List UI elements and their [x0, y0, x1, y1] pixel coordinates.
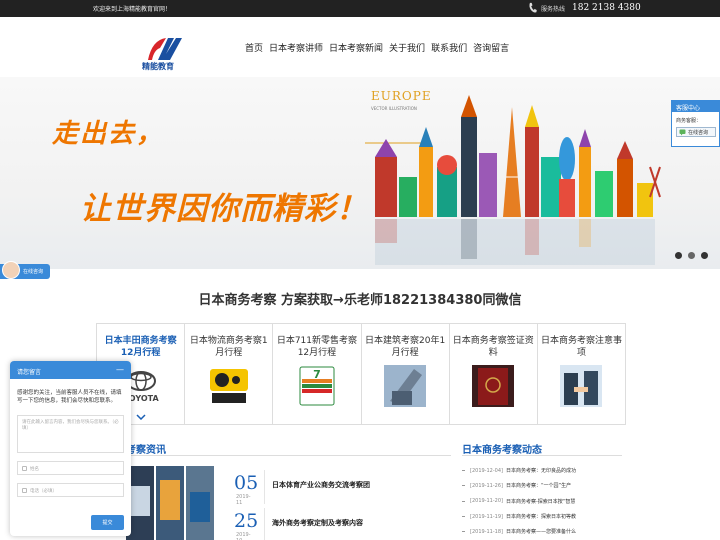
- nav-message[interactable]: 咨询留言: [473, 41, 509, 54]
- dynamics-list: [2019-12-04] 日本商务考察：无印良品的成功 [2019-11-26] 日…: [462, 463, 576, 539]
- phone-field-icon: [22, 488, 27, 493]
- online-consult-label: 在线咨询: [23, 269, 44, 275]
- card-notes[interactable]: 日本商务考察注意事项: [538, 324, 625, 424]
- card-logistics[interactable]: 日本物流商务考察1月行程: [185, 324, 274, 424]
- news-day: 25: [234, 510, 259, 532]
- message-popup: 请您留言 — 感谢您的关注，当前客服人员不在线，请填写一下您的信息，我们会尽快和…: [10, 361, 131, 536]
- submit-button[interactable]: 提交: [91, 515, 124, 530]
- news-month: 2019-11: [236, 494, 251, 506]
- main-nav: 首页 日本考察讲师 日本考察新闻 关于我们 联系我们 咨询留言: [245, 41, 509, 54]
- list-item[interactable]: [2019-11-26] 日本商务考察：“一个园”生产: [462, 478, 576, 493]
- news-title[interactable]: 海外商务考察定制及考察内容: [272, 518, 363, 528]
- news-day: 05: [234, 472, 259, 494]
- itinerary-cards: 日本丰田商务考察12月行程 TOYOTA 日本物流商务考察1月行程 日本711新…: [96, 323, 626, 425]
- card-seven-eleven[interactable]: 日本711新零售考察12月行程 7: [273, 324, 362, 424]
- yamato-logo-icon: [209, 369, 248, 403]
- nav-lecturers[interactable]: 日本考察讲师: [269, 41, 323, 54]
- hotline-number: 182 2138 4380: [572, 3, 641, 13]
- list-date: [2019-12-04]: [470, 467, 503, 474]
- dynamics-divider: [462, 455, 622, 456]
- handshake-photo-icon: [560, 365, 603, 407]
- chevron-down-icon: [136, 414, 146, 420]
- agent-avatar: [2, 260, 20, 279]
- news-photo-collage[interactable]: [126, 466, 214, 540]
- card-visa[interactable]: 日本商务考察签证资料: [450, 324, 538, 424]
- hero-banner[interactable]: 走出去， 让世界因你而精彩！ EUROPE VECTOR ILLUSTRATIO…: [0, 77, 720, 269]
- card-architecture[interactable]: 日本建筑考察20年1月行程: [362, 324, 450, 424]
- list-item[interactable]: [2019-11-20] 日本商务考察-探索日本按“智慧: [462, 494, 576, 509]
- passport-photo-icon: [472, 365, 515, 407]
- carousel-dot-3[interactable]: [701, 252, 708, 259]
- banner-slogan-1: 走出去，: [52, 119, 165, 149]
- list-item[interactable]: [2019-12-04] 日本商务考察：无印良品的成功: [462, 463, 576, 478]
- list-text[interactable]: 日本商务考察：“一个园”生产: [506, 482, 571, 489]
- phone-placeholder: 电话（必填）: [30, 489, 57, 494]
- minimize-icon[interactable]: —: [116, 365, 124, 374]
- news-section-title: 考察资讯: [126, 445, 166, 456]
- nav-news[interactable]: 日本考察新闻: [329, 41, 383, 54]
- hotline: 服务热线 182 2138 4380: [528, 2, 641, 14]
- nav-contact[interactable]: 联系我们: [431, 41, 467, 54]
- welcome-text: 欢迎来到上海精能教育官网！: [93, 6, 172, 13]
- list-text[interactable]: 日本商务考察：探索日本初等教: [506, 513, 576, 520]
- carousel-dot-2[interactable]: [688, 252, 695, 259]
- online-consult-tab[interactable]: 在线咨询: [0, 260, 50, 279]
- message-textarea[interactable]: 请在此输入留言内容，我们会尽快与您联系。（必填）: [17, 415, 124, 453]
- card-title: 日本建筑考察20年1月行程: [365, 336, 446, 358]
- list-date: [2019-11-19]: [470, 513, 503, 520]
- building-photo-icon: [384, 365, 427, 407]
- card-title: 日本丰田商务考察12月行程: [104, 336, 177, 358]
- cs-online-button[interactable]: 在线咨询: [676, 127, 716, 137]
- card-title: 日本物流商务考察1月行程: [189, 336, 268, 358]
- dynamics-section-title: 日本商务考察动态: [462, 445, 542, 456]
- cs-online-label: 在线咨询: [688, 129, 709, 136]
- popup-title: 请您留言: [17, 369, 42, 376]
- phone-field[interactable]: 电话（必填）: [17, 483, 124, 497]
- card-title: 日本商务考察签证资料: [452, 336, 534, 358]
- seven-eleven-logo-icon: 7: [299, 366, 335, 406]
- nav-home[interactable]: 首页: [245, 41, 263, 54]
- card-title: 日本711新零售考察12月行程: [276, 336, 358, 358]
- europe-skyline-illustration: [365, 95, 661, 265]
- news-divider: [96, 455, 451, 456]
- list-item[interactable]: [2019-11-18] 日本商务考察——您要准备什么: [462, 524, 576, 539]
- nav-about[interactable]: 关于我们: [389, 41, 425, 54]
- customer-service-panel: 客服中心 商务客服： 在线咨询: [671, 100, 720, 147]
- plan-headline: 日本商务考察 方案获取→乐老师18221384380同微信: [198, 293, 522, 308]
- popup-message: 感谢您的关注，当前客服人员不在线，请填写一下您的信息，我们会尽快和您联系。: [17, 390, 122, 404]
- popup-header: 请您留言 —: [10, 361, 131, 379]
- carousel-dot-1[interactable]: [675, 252, 682, 259]
- list-text[interactable]: 日本商务考察：无印良品的成功: [506, 467, 576, 474]
- svg-text:7: 7: [313, 368, 321, 381]
- list-date: [2019-11-26]: [470, 482, 503, 489]
- cs-panel-title: 客服中心: [672, 101, 719, 112]
- cs-panel-label: 商务客服：: [676, 118, 702, 124]
- logo-text: 精能教育: [142, 62, 174, 71]
- card-title: 日本商务考察注意事项: [540, 336, 622, 358]
- news-separator: [264, 508, 265, 540]
- list-date: [2019-11-20]: [470, 498, 503, 505]
- user-icon: [22, 466, 27, 471]
- news-month: 2019-10: [236, 532, 251, 540]
- hotline-label: 服务热线: [541, 5, 566, 13]
- name-placeholder: 姓名: [30, 467, 39, 472]
- carousel-dots: [675, 252, 708, 259]
- list-text[interactable]: 日本商务考察——您要准备什么: [506, 528, 576, 535]
- list-text[interactable]: 日本商务考察-探索日本按“智慧: [506, 498, 575, 505]
- news-separator: [264, 470, 265, 504]
- news-title[interactable]: 日本体育产业公商务交流考察团: [272, 480, 370, 490]
- site-header: 精能教育 首页 日本考察讲师 日本考察新闻 关于我们 联系我们 咨询留言: [0, 17, 720, 77]
- chat-bubble-icon: [679, 129, 686, 135]
- phone-icon: [529, 2, 537, 13]
- name-field[interactable]: 姓名: [17, 461, 124, 475]
- top-bar: 欢迎来到上海精能教育官网！ 服务热线 182 2138 4380: [0, 0, 720, 17]
- banner-slogan-2: 让世界因你而精彩！: [80, 191, 368, 227]
- list-item[interactable]: [2019-11-19] 日本商务考察：探索日本初等教: [462, 509, 576, 524]
- list-date: [2019-11-18]: [470, 528, 503, 535]
